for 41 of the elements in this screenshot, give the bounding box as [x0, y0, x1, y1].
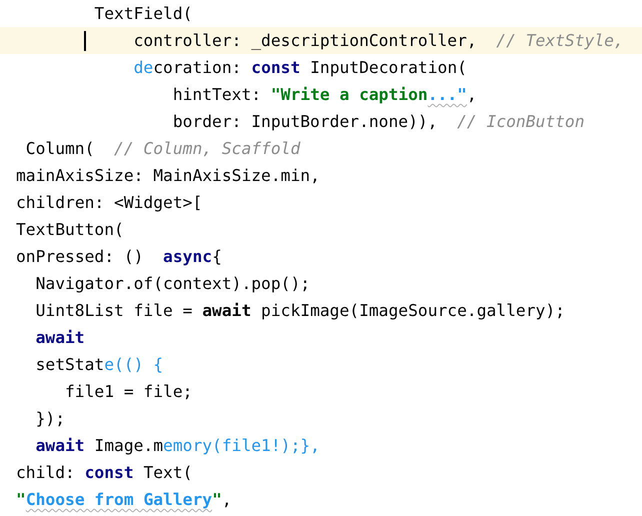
code-text: onPressed: (): [16, 247, 144, 266]
code-text: child:: [16, 463, 76, 482]
code-text: ,: [466, 85, 477, 104]
code-text: emory(file1!);},: [163, 436, 320, 455]
code-text: setStat: [36, 355, 104, 374]
code-text: ,: [222, 490, 232, 509]
string-literal: ": [212, 490, 222, 509]
code-text: coration:: [153, 58, 242, 77]
code-text: children: <Widget>[: [16, 193, 202, 212]
code-text: hintText:: [172, 85, 262, 104]
code-text: de: [134, 58, 154, 77]
keyword: await: [36, 328, 85, 347]
code-text: ...": [428, 85, 467, 104]
code-text: Uint8List file =: [36, 301, 194, 320]
string-literal: "Write a caption: [270, 85, 428, 104]
code-text: Choose from Gallery: [26, 490, 212, 509]
code-text: file1 = file;: [65, 382, 192, 401]
code-text: TextField(: [94, 4, 192, 23]
code-text: Text(: [142, 463, 192, 482]
string-literal: ": [16, 490, 26, 509]
code-text: controller: _descriptionController,: [134, 31, 477, 50]
keyword: const: [84, 463, 134, 482]
code-text: mainAxisSize: MainAxisSize.min,: [16, 166, 320, 185]
code-text: border: InputBorder.none)),: [172, 112, 438, 131]
text-caret: [84, 31, 86, 51]
code-text: pickImage(ImageSource.gallery);: [260, 301, 565, 320]
code-text: });: [36, 409, 66, 428]
keyword: await: [202, 301, 252, 320]
keyword: const: [251, 58, 300, 77]
code-text: {: [212, 247, 222, 266]
code-text: e(() {: [104, 355, 164, 374]
code-text: Column(: [26, 139, 94, 158]
code-text: Image.m: [93, 436, 164, 455]
code-text: Navigator.of(context).pop();: [36, 274, 310, 293]
code-text: TextButton(: [16, 220, 124, 239]
keyword: await: [36, 436, 85, 455]
keyword: async: [163, 247, 212, 266]
code-comment: // Column, Scaffold: [113, 139, 300, 158]
code-comment: // IconButton: [456, 112, 585, 131]
code-text: InputDecoration(: [309, 58, 467, 77]
code-comment: // TextStyle,: [495, 31, 624, 50]
